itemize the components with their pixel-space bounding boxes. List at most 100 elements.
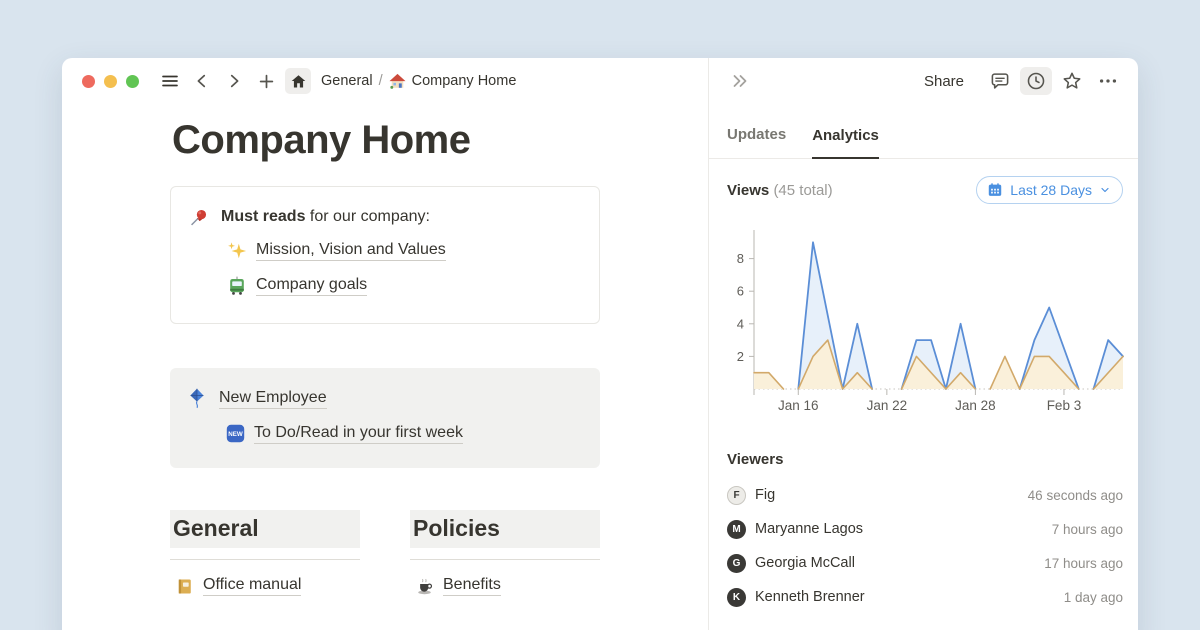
svg-text:4: 4 [737,316,744,331]
page-title[interactable]: Company Home [172,118,471,163]
clock-icon [1025,70,1047,92]
avatar: M [727,520,746,539]
link-office-manual[interactable]: Office manual [203,576,301,596]
date-range-button[interactable]: Last 28 Days [976,176,1123,204]
plus-icon [257,72,276,91]
new-employee-callout: New Employee NEW To Do/Read in your firs… [170,368,600,468]
svg-text:Jan 28: Jan 28 [955,398,996,413]
double-chevron-right-icon [730,71,750,91]
viewer-row: F Fig 46 seconds ago [727,478,1123,512]
breadcrumb-section[interactable]: General [321,73,373,89]
viewer-name: Georgia McCall [755,555,855,571]
link-company-goals[interactable]: Company goals [256,276,367,296]
main-panel: General / Company Home Company Home [62,58,708,630]
date-range-label: Last 28 Days [1010,182,1092,198]
link-new-employee[interactable]: New Employee [219,389,327,409]
hamburger-icon [160,71,180,91]
back-button[interactable] [189,68,215,94]
office-manual-row: Office manual [170,576,360,596]
notebook-icon [175,577,194,596]
panel-topbar: Share [709,58,1138,104]
svg-text:6: 6 [737,284,744,299]
breadcrumb-separator: / [379,73,383,89]
svg-text:8: 8 [737,251,744,266]
minimize-window-button[interactable] [104,75,117,88]
avatar: G [727,554,746,573]
main-topbar: General / Company Home [62,58,708,104]
forward-button[interactable] [221,68,247,94]
home-icon [290,73,307,90]
benefits-row: Benefits [410,576,600,596]
comments-button[interactable] [984,67,1016,95]
sparkles-icon [227,241,247,261]
viewer-row: M Maryanne Lagos 7 hours ago [727,512,1123,546]
must-reads-link-row: Company goals [227,268,582,303]
coffee-icon [415,577,434,596]
viewer-name: Fig [755,487,775,503]
viewers-heading: Viewers [727,451,1123,468]
column-general: General Office manual [170,510,360,596]
ellipsis-icon [1097,70,1119,92]
viewer-row: G Georgia McCall 17 hours ago [727,546,1123,580]
svg-text:Jan 22: Jan 22 [867,398,908,413]
divider [170,559,360,560]
views-header-row: Views (45 total) Last 28 Days [727,176,1123,204]
tab-analytics[interactable]: Analytics [812,127,879,159]
new-badge-icon: NEW [226,424,245,443]
close-window-button[interactable] [82,75,95,88]
app-window: General / Company Home Company Home [62,58,1138,630]
views-label: Views (45 total) [727,182,833,199]
viewer-name: Maryanne Lagos [755,521,863,537]
breadcrumb: General / Company Home [321,73,516,90]
viewer-time: 7 hours ago [1052,522,1123,537]
views-chart: 2 4 6 8 Jan 16 Jan 22 Jan 28 Feb 3 [717,214,1131,416]
link-mission-vision-values[interactable]: Mission, Vision and Values [256,241,446,261]
calendar-icon [987,182,1003,198]
house-page-icon [389,73,406,90]
avatar: F [727,486,746,505]
views-chart-container: 2 4 6 8 Jan 16 Jan 22 Jan 28 Feb 3 [717,214,1130,421]
link-benefits[interactable]: Benefits [443,576,501,596]
window-controls [82,75,139,88]
collapse-panel-button[interactable] [727,68,753,94]
column-policies: Policies Benefits [410,510,600,596]
svg-text:2: 2 [737,349,744,364]
comment-icon [989,70,1011,92]
section-columns: General Office manual Policies [170,510,600,596]
more-button[interactable] [1092,67,1124,95]
viewer-time: 17 hours ago [1044,556,1123,571]
chevron-right-icon [225,72,243,90]
heading-general[interactable]: General [170,510,360,548]
viewers-section: Viewers F Fig 46 seconds ago M Maryanne … [727,451,1123,614]
analytics-panel: Share [708,58,1138,630]
svg-text:Jan 16: Jan 16 [778,398,819,413]
star-icon [1061,70,1083,92]
share-button[interactable]: Share [924,73,964,90]
tram-icon [227,276,247,296]
pushpin-icon [188,207,209,228]
kite-icon [187,388,207,410]
zoom-window-button[interactable] [126,75,139,88]
viewer-row: K Kenneth Brenner 1 day ago [727,580,1123,614]
svg-text:Feb 3: Feb 3 [1047,398,1082,413]
breadcrumb-page[interactable]: Company Home [412,73,517,89]
panel-tabs: Updates Analytics [709,104,1138,159]
link-first-week-todo[interactable]: To Do/Read in your first week [254,424,463,444]
divider [410,559,600,560]
svg-text:NEW: NEW [228,431,243,438]
must-reads-callout: Must reads for our company: Mission, Vis… [170,186,600,324]
new-page-button[interactable] [253,68,279,94]
tab-updates[interactable]: Updates [727,126,786,158]
sidebar-toggle-button[interactable] [157,68,183,94]
history-button[interactable] [1020,67,1052,95]
favorite-button[interactable] [1056,67,1088,95]
views-total: (45 total) [773,182,832,199]
home-button[interactable] [285,68,311,94]
avatar: K [727,588,746,607]
viewer-time: 46 seconds ago [1028,488,1123,503]
viewer-name: Kenneth Brenner [755,589,865,605]
chevron-down-icon [1099,184,1111,196]
must-reads-link-row: Mission, Vision and Values [227,233,582,268]
must-reads-lead: Must reads for our company: [221,208,430,226]
heading-policies[interactable]: Policies [410,510,600,548]
